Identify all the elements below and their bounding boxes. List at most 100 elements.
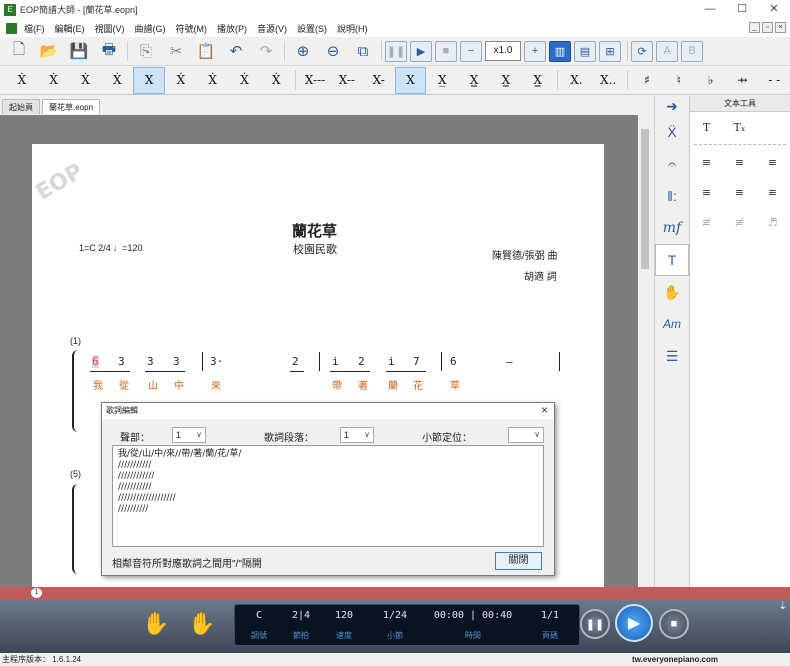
section-a-icon[interactable]: A — [656, 40, 678, 62]
rest-dash-icon[interactable]: - - — [758, 67, 790, 94]
duration-whole-icon[interactable]: X--- — [299, 67, 331, 94]
menu-sound[interactable]: 音源(V) — [252, 22, 292, 35]
verse-select[interactable]: 1 ∨ — [340, 427, 374, 443]
text-insert-icon[interactable]: T — [690, 121, 723, 134]
play-button[interactable]: ▶ — [615, 604, 653, 642]
stop-button[interactable]: ■ — [659, 609, 689, 639]
mdi-minimize-button[interactable]: _ — [749, 22, 760, 33]
playhead-marker[interactable]: 1 — [31, 588, 42, 598]
align-1-icon[interactable]: ≡ — [690, 156, 723, 169]
strike-icon[interactable]: ⇸ — [727, 67, 759, 94]
note-low-dot-icon[interactable]: Ẋ — [165, 67, 197, 94]
redo-icon[interactable]: ↷ — [251, 39, 281, 63]
layout-icon[interactable]: ⊞ — [599, 40, 621, 62]
menu-file[interactable]: 檔(F) — [19, 22, 50, 35]
mdi-restore-button[interactable]: ▫ — [762, 22, 773, 33]
natural-icon[interactable]: ♮ — [663, 67, 695, 94]
note-high-dot-icon[interactable]: Ẋ — [101, 67, 133, 94]
align-2-icon[interactable]: ≡ — [723, 156, 756, 169]
text-format-icon[interactable]: Tₓ — [723, 121, 756, 134]
repeat-icon[interactable]: ‖: — [655, 180, 689, 212]
note[interactable]: 6 — [92, 355, 99, 368]
note-high3-icon[interactable]: Ẋ — [6, 67, 38, 94]
close-icon[interactable]: × — [541, 403, 548, 417]
dialog-close-button[interactable]: 關閉 — [495, 552, 542, 570]
section-b-icon[interactable]: B — [681, 40, 703, 62]
dotted-icon[interactable]: X. — [561, 67, 593, 94]
text-style-3-icon[interactable]: ♬ — [756, 216, 789, 229]
tab-start-page[interactable]: 起始頁 — [2, 99, 40, 114]
tempo-field[interactable]: x1.0 — [485, 41, 521, 61]
note-tool-icon[interactable]: Ẍ — [655, 116, 689, 148]
mdi-close-button[interactable]: × — [775, 22, 786, 33]
tempo-increase-icon[interactable]: + — [524, 40, 546, 62]
note-low1-icon[interactable]: Ẋ — [197, 67, 229, 94]
left-hand-icon[interactable]: ✋ — [142, 611, 169, 637]
duration-quarter-icon[interactable]: X — [394, 66, 427, 94]
open-folder-icon[interactable]: 📂 — [34, 39, 64, 63]
align-4-icon[interactable]: ≡ — [690, 186, 723, 199]
fit-page-icon[interactable]: ⧉ — [348, 39, 378, 63]
tab-document[interactable]: 蘭花草.eopn — [42, 99, 101, 114]
note-low2-icon[interactable]: Ẋ — [229, 67, 261, 94]
menu-view[interactable]: 視圖(V) — [90, 22, 130, 35]
chord-icon[interactable]: Am — [655, 308, 689, 340]
menu-play[interactable]: 播放(P) — [212, 22, 252, 35]
maximize-button[interactable]: ☐ — [726, 0, 758, 19]
menu-score[interactable]: 曲譜(G) — [130, 22, 171, 35]
zoom-out-icon[interactable]: ⊖ — [318, 39, 348, 63]
note[interactable]: – — [506, 355, 513, 368]
text-style-2-icon[interactable]: ≢ — [723, 216, 756, 229]
double-dotted-icon[interactable]: X.. — [592, 67, 624, 94]
duration-half-icon[interactable]: X- — [363, 67, 395, 94]
paste-icon[interactable]: 📋 — [191, 39, 221, 63]
print-icon[interactable]: 🖶 — [94, 39, 124, 63]
new-file-icon[interactable]: 🗋 — [4, 39, 34, 63]
align-6-icon[interactable]: ≡ — [756, 186, 789, 199]
scrollbar-thumb[interactable] — [641, 129, 649, 269]
timeline-ruler[interactable]: 1 — [0, 587, 790, 599]
measure-select[interactable]: ∨ — [508, 427, 544, 443]
cut-icon[interactable]: ✂ — [161, 39, 191, 63]
right-hand-icon[interactable]: ✋ — [188, 611, 215, 637]
convert-icon[interactable]: ⟳ — [631, 40, 653, 62]
save-icon[interactable]: 💾 — [64, 39, 94, 63]
expand-icon[interactable]: ⇣ — [779, 601, 787, 612]
hand-icon[interactable]: ✋ — [655, 276, 689, 308]
dynamics-icon[interactable]: mf — [655, 212, 689, 244]
pause-icon[interactable]: ❚❚ — [385, 40, 407, 62]
note[interactable]: 3 — [147, 355, 154, 368]
text-tool-icon[interactable]: T — [655, 244, 689, 276]
duration-64th-icon[interactable]: X̳ — [522, 67, 554, 94]
lyrics-textarea[interactable]: 我/從/山/中/來//帶/著/蘭/花/草/ /////////// //////… — [112, 445, 544, 547]
zoom-in-icon[interactable]: ⊕ — [288, 39, 318, 63]
fermata-icon[interactable]: 𝄐 — [655, 148, 689, 180]
note[interactable]: 3 — [118, 355, 125, 368]
minimize-button[interactable]: — — [694, 0, 726, 19]
sharp-icon[interactable]: ♯ — [631, 67, 663, 94]
part-select[interactable]: 1 ∨ — [172, 427, 206, 443]
note[interactable]: 7 — [413, 355, 420, 368]
align-5-icon[interactable]: ≡ — [723, 186, 756, 199]
list-icon[interactable]: ☰ — [655, 340, 689, 372]
note[interactable]: 6 — [450, 355, 457, 368]
duration-half-dot-icon[interactable]: X-- — [331, 67, 363, 94]
tempo-decrease-icon[interactable]: − — [460, 40, 482, 62]
note[interactable]: 3· — [210, 355, 223, 368]
note[interactable]: 3 — [173, 355, 180, 368]
duration-eighth-icon[interactable]: X̲ — [426, 67, 458, 94]
duration-16th-icon[interactable]: X̳ — [458, 67, 490, 94]
menu-edit[interactable]: 編輯(E) — [50, 22, 90, 35]
close-button[interactable]: ✕ — [758, 0, 790, 19]
note-normal-icon[interactable]: X — [133, 66, 165, 94]
note-high1-icon[interactable]: Ẋ — [70, 67, 102, 94]
stop-icon[interactable]: ■ — [435, 40, 457, 62]
note[interactable]: i — [332, 355, 339, 368]
pause-button[interactable]: ❚❚ — [580, 609, 610, 639]
flat-icon[interactable]: ♭ — [695, 67, 727, 94]
arrow-right-icon[interactable]: ➜ — [655, 96, 689, 116]
piano-keys-icon[interactable]: ▥ — [549, 40, 571, 62]
align-3-icon[interactable]: ≡ — [756, 156, 789, 169]
document-icon[interactable] — [6, 22, 17, 34]
menu-symbol[interactable]: 符號(M) — [171, 22, 213, 35]
